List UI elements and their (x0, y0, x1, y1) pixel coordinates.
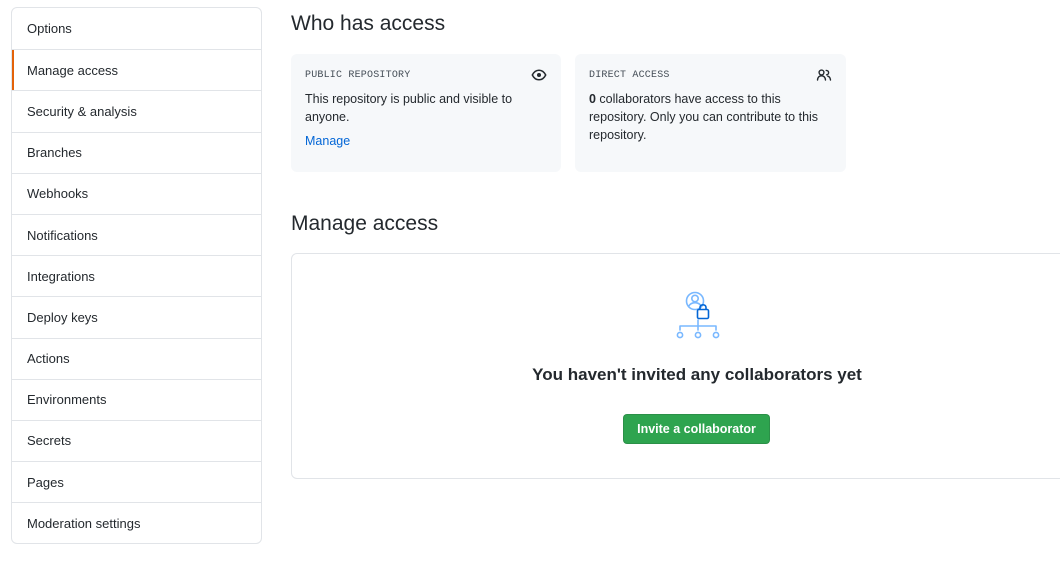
who-has-access-heading: Who has access (291, 12, 446, 35)
settings-sidebar: Options Manage access Security & analysi… (11, 7, 262, 545)
sidebar-item-options[interactable]: Options (12, 8, 261, 49)
sidebar-item-label: Webhooks (27, 186, 89, 202)
invite-collaborator-button[interactable]: Invite a collaborator (623, 414, 770, 444)
public-repository-label: PUBLIC REPOSITORY (305, 70, 411, 81)
sidebar-item-label: Secrets (27, 433, 72, 449)
sidebar-item-label: Options (27, 21, 72, 37)
sidebar-item-manage-access[interactable]: Manage access (12, 49, 261, 91)
sidebar-item-branches[interactable]: Branches (12, 131, 261, 173)
sidebar-item-label: Pages (27, 474, 64, 490)
eye-icon (531, 69, 547, 81)
sidebar-item-integrations[interactable]: Integrations (12, 255, 261, 296)
sidebar-item-webhooks[interactable]: Webhooks (12, 172, 261, 214)
manage-access-heading: Manage access (291, 212, 439, 235)
sidebar-item-security-analysis[interactable]: Security & analysis (12, 90, 261, 131)
sidebar-item-label: Deploy keys (27, 309, 98, 325)
collaborator-count: 0 (589, 92, 596, 106)
sidebar-item-notifications[interactable]: Notifications (12, 213, 261, 255)
sidebar-item-pages[interactable]: Pages (12, 461, 261, 502)
direct-access-text: 0 collaborators have access to this repo… (589, 90, 832, 144)
manage-link[interactable]: Manage (305, 134, 350, 148)
sidebar-item-label: Integrations (27, 268, 95, 284)
people-icon (816, 69, 832, 81)
direct-access-description: collaborators have access to this reposi… (589, 92, 819, 142)
sidebar-item-label: Moderation settings (27, 515, 141, 531)
sidebar-item-actions[interactable]: Actions (12, 337, 261, 379)
sidebar-item-label: Notifications (27, 227, 98, 243)
sidebar-item-environments[interactable]: Environments (12, 378, 261, 420)
sidebar-item-secrets[interactable]: Secrets (12, 419, 261, 461)
public-repository-text: This repository is public and visible to… (305, 92, 513, 124)
direct-access-box: DIRECT ACCESS 0 collaborators have acces… (575, 54, 846, 172)
public-repository-box: PUBLIC REPOSITORY This repository is pub… (291, 54, 561, 172)
collaborators-empty-state: You haven't invited any collaborators ye… (291, 253, 1060, 479)
collaborators-lock-icon (676, 291, 720, 339)
sidebar-item-label: Environments (27, 392, 107, 408)
direct-access-label: DIRECT ACCESS (589, 70, 670, 81)
sidebar-item-label: Actions (27, 351, 70, 367)
sidebar-item-moderation-settings[interactable]: Moderation settings (12, 502, 261, 543)
sidebar-item-label: Security & analysis (27, 103, 137, 119)
sidebar-item-label: Manage access (27, 62, 119, 78)
empty-state-heading: You haven't invited any collaborators ye… (532, 365, 862, 384)
sidebar-item-deploy-keys[interactable]: Deploy keys (12, 296, 261, 337)
sidebar-item-label: Branches (27, 145, 82, 161)
